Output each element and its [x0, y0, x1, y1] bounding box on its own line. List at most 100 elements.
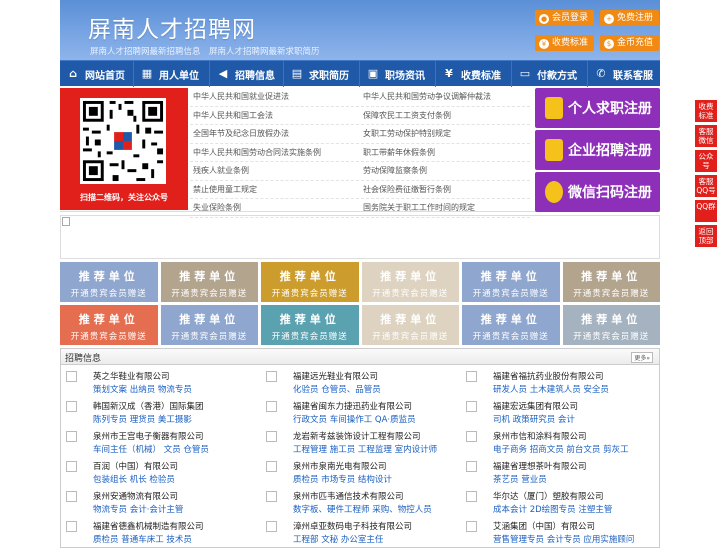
company-name[interactable]: 泉州市泉南光电有限公司	[293, 460, 387, 472]
recommend-tile[interactable]: 推荐单位 开通贵宾会员赠送	[261, 262, 359, 302]
law-link[interactable]: 禁止使用童工规定	[190, 181, 360, 199]
sidebar-back-to-top[interactable]: 返回顶部	[695, 225, 717, 247]
company-logo[interactable]	[66, 461, 77, 472]
company-name[interactable]: 华尔达（厦门）塑胶有限公司	[493, 490, 604, 502]
job-positions[interactable]: 质检员 普通车床工 技术员	[93, 533, 192, 545]
recommend-tile[interactable]: 推荐单位 开通贵宾会员赠送	[562, 305, 660, 345]
recommend-tile[interactable]: 推荐单位 开通贵宾会员赠送	[462, 262, 560, 302]
law-link[interactable]: 中华人民共和国就业促进法	[190, 88, 360, 106]
company-name[interactable]: 艾涵集团（中国）有限公司	[493, 520, 595, 532]
law-link[interactable]: 中华人民共和国劳动争议调解仲裁法	[360, 88, 530, 106]
recommend-tile[interactable]: 推荐单位 开通贵宾会员赠送	[60, 262, 158, 302]
company-logo[interactable]	[66, 401, 77, 412]
company-logo[interactable]	[266, 431, 277, 442]
job-positions[interactable]: 成本会计 2D绘图专员 注塑主管	[493, 503, 612, 515]
company-logo[interactable]	[266, 371, 277, 382]
company-logo[interactable]	[466, 521, 477, 532]
nav-jobs[interactable]: ◀ 招聘信息	[210, 61, 284, 87]
law-link[interactable]: 职工带薪年休假条例	[360, 144, 530, 162]
nav-employers[interactable]: ▦ 用人单位	[134, 61, 210, 87]
company-name[interactable]: 龙岩新考兹装饰设计工程有限公司	[293, 430, 421, 442]
company-name[interactable]: 福建省闽东力捷迅药业有限公司	[293, 400, 412, 412]
job-positions[interactable]: 车间主任（机械） 文员 仓管员	[93, 443, 209, 455]
company-logo[interactable]	[466, 401, 477, 412]
recommend-tile[interactable]: 推荐单位 开通贵宾会员赠送	[562, 262, 660, 302]
sidebar-qq-group[interactable]: QQ群	[695, 200, 717, 222]
recharge-button[interactable]: $ 金币充值	[600, 35, 660, 51]
company-name[interactable]: 福建省德鑫机械制造有限公司	[93, 520, 204, 532]
law-link[interactable]: 失业保险条例	[190, 199, 360, 217]
nav-news[interactable]: ▣ 职场资讯	[360, 61, 436, 87]
more-link[interactable]: 更多»	[631, 352, 653, 363]
job-positions[interactable]: 物流专员 会计·会计主管	[93, 503, 183, 515]
sidebar-service-wechat[interactable]: 客服微信	[695, 125, 717, 147]
recommend-tile[interactable]: 推荐单位 开通贵宾会员赠送	[462, 305, 560, 345]
company-name[interactable]: 泉州市王宫电子衡器有限公司	[93, 430, 204, 442]
site-title[interactable]: 屏南人才招聘网	[88, 10, 256, 44]
company-name[interactable]: 福建宏远集团有限公司	[493, 400, 578, 412]
job-positions[interactable]: 化验员 仓管员、品管员	[293, 383, 381, 395]
recommend-tile[interactable]: 推荐单位 开通贵宾会员赠送	[60, 305, 158, 345]
nav-support[interactable]: ✆ 联系客服	[588, 61, 660, 87]
job-positions[interactable]: 研发人员 土木建筑人员 安全员	[493, 383, 609, 395]
job-positions[interactable]: 包装组长 机长 检验员	[93, 473, 175, 485]
law-link[interactable]: 国务院关于职工工作时间的规定	[360, 199, 530, 217]
law-link[interactable]: 劳动保障监察条例	[360, 162, 530, 180]
sidebar-service-qq[interactable]: 客服QQ号	[695, 175, 717, 197]
company-name[interactable]: 漳州卓亚数码电子科技有限公司	[293, 520, 412, 532]
nav-home[interactable]: ⌂ 网站首页	[60, 61, 134, 87]
job-positions[interactable]: 陈列专员 理货员 美工摄影	[93, 413, 192, 425]
company-logo[interactable]	[266, 491, 277, 502]
company-name[interactable]: 泉州安通物流有限公司	[93, 490, 178, 502]
law-link[interactable]: 中华人民共和国劳动合同法实施条例	[190, 144, 360, 162]
company-logo[interactable]	[466, 461, 477, 472]
job-positions[interactable]: 营售管理专员 会计专员 应用实施顾问	[493, 533, 634, 545]
company-name[interactable]: 英之华鞋业有限公司	[93, 370, 170, 382]
register-button[interactable]: + 免费注册	[600, 10, 660, 26]
company-name[interactable]: 福建省理想茶叶有限公司	[493, 460, 587, 472]
job-positions[interactable]: 司机 政策研究员 会计	[493, 413, 575, 425]
company-logo[interactable]	[266, 401, 277, 412]
sidebar-official-account[interactable]: 公众号	[695, 150, 717, 172]
company-name[interactable]: 福建省福抗药业股份有限公司	[493, 370, 604, 382]
job-positions[interactable]: 行政文员 车间操作工 QA·质监员	[293, 413, 416, 425]
recommend-tile[interactable]: 推荐单位 开通贵宾会员赠送	[160, 305, 258, 345]
ad-banner[interactable]	[60, 215, 660, 259]
law-link[interactable]: 全国年节及纪念日放假办法	[190, 125, 360, 143]
company-logo[interactable]	[266, 461, 277, 472]
nav-resumes[interactable]: ▤ 求职简历	[284, 61, 360, 87]
law-link[interactable]: 女职工劳动保护特别规定	[360, 125, 530, 143]
nav-pricing[interactable]: ¥ 收费标准	[436, 61, 512, 87]
company-name[interactable]: 百润（中国）有限公司	[93, 460, 178, 472]
wechat-register-button[interactable]: 微信扫码注册	[535, 172, 660, 212]
login-button[interactable]: ● 会员登录	[535, 10, 595, 26]
personal-register-button[interactable]: 个人求职注册	[535, 88, 660, 128]
company-logo[interactable]	[266, 521, 277, 532]
pricing-button[interactable]: ¥ 收费标准	[535, 35, 595, 51]
law-link[interactable]: 社会保险费征缴暂行条例	[360, 181, 530, 199]
recommend-tile[interactable]: 推荐单位 开通贵宾会员赠送	[361, 262, 459, 302]
job-positions[interactable]: 策划文案 出纳员 物流专员	[93, 383, 192, 395]
job-positions[interactable]: 质检员 市场专员 结构设计	[293, 473, 392, 485]
job-positions[interactable]: 工程部 文秘 办公室主任	[293, 533, 383, 545]
company-name[interactable]: 韩国新汉成（香港）国际集团	[93, 400, 204, 412]
law-link[interactable]: 保障农民工工资支付条例	[360, 107, 530, 125]
recommend-tile[interactable]: 推荐单位 开通贵宾会员赠送	[261, 305, 359, 345]
company-name[interactable]: 泉州市信和涂料有限公司	[493, 430, 587, 442]
company-name[interactable]: 福建远光鞋业有限公司	[293, 370, 378, 382]
company-logo[interactable]	[466, 431, 477, 442]
job-positions[interactable]: 数字板、硬件工程师 采购、物控人员	[293, 503, 432, 515]
law-link[interactable]: 残疾人就业条例	[190, 162, 360, 180]
nav-payment[interactable]: ▭ 付款方式	[512, 61, 588, 87]
recommend-tile[interactable]: 推荐单位 开通贵宾会员赠送	[361, 305, 459, 345]
law-link[interactable]: 中华人民共和国工会法	[190, 107, 360, 125]
company-name[interactable]: 泉州市匹韦通信技术有限公司	[293, 490, 404, 502]
company-logo[interactable]	[66, 431, 77, 442]
job-positions[interactable]: 工程管理 施工员 工程监理 室内设计师	[293, 443, 437, 455]
company-logo[interactable]	[466, 371, 477, 382]
company-logo[interactable]	[66, 521, 77, 532]
job-positions[interactable]: 茶艺员 营业员	[493, 473, 547, 485]
company-logo[interactable]	[66, 491, 77, 502]
company-logo[interactable]	[66, 371, 77, 382]
job-positions[interactable]: 电子商务 招商文员 前台文员 剪灰工	[493, 443, 629, 455]
